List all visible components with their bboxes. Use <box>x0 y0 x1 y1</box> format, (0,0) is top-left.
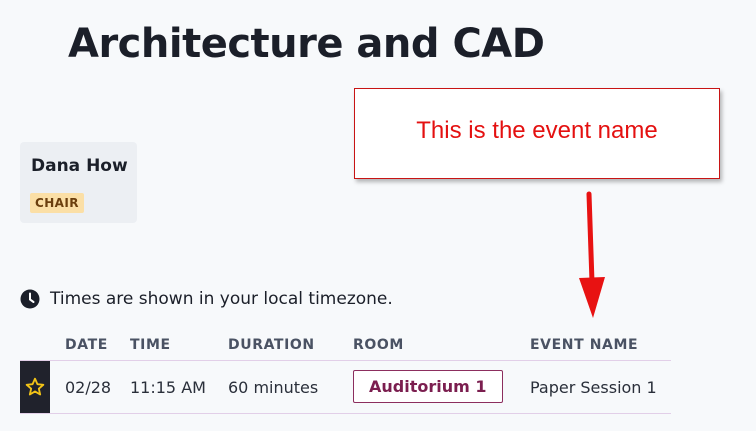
column-header-duration: DURATION <box>228 337 315 353</box>
annotation-callout: This is the event name <box>354 88 720 179</box>
cell-time: 11:15 AM <box>130 378 206 397</box>
column-header-time: TIME <box>130 337 171 353</box>
page-title: Architecture and CAD <box>68 21 545 67</box>
cell-duration: 60 minutes <box>228 378 319 397</box>
schedule-table: DATE TIME DURATION ROOM EVENT NAME 02/28… <box>20 326 671 414</box>
annotation-arrow <box>579 191 605 318</box>
schedule-header: DATE TIME DURATION ROOM EVENT NAME <box>20 326 671 361</box>
timezone-note-text: Times are shown in your local timezone. <box>50 289 393 309</box>
favorite-toggle[interactable] <box>20 361 50 413</box>
table-row: 02/28 11:15 AM 60 minutes Auditorium 1 P… <box>20 361 671 414</box>
column-header-date: DATE <box>65 337 108 353</box>
timezone-note: Times are shown in your local timezone. <box>20 289 393 309</box>
role-badge: CHAIR <box>30 193 84 213</box>
clock-icon <box>20 289 40 309</box>
person-name: Dana How <box>31 156 128 176</box>
column-header-room: ROOM <box>353 337 404 353</box>
cell-date: 02/28 <box>65 378 112 397</box>
cell-event-name: Paper Session 1 <box>530 378 657 397</box>
annotation-callout-text: This is the event name <box>416 116 658 144</box>
room-button[interactable]: Auditorium 1 <box>353 370 503 403</box>
chair-card: Dana How CHAIR <box>20 142 137 223</box>
column-header-event-name: EVENT NAME <box>530 337 639 353</box>
star-outline-icon <box>25 377 45 396</box>
